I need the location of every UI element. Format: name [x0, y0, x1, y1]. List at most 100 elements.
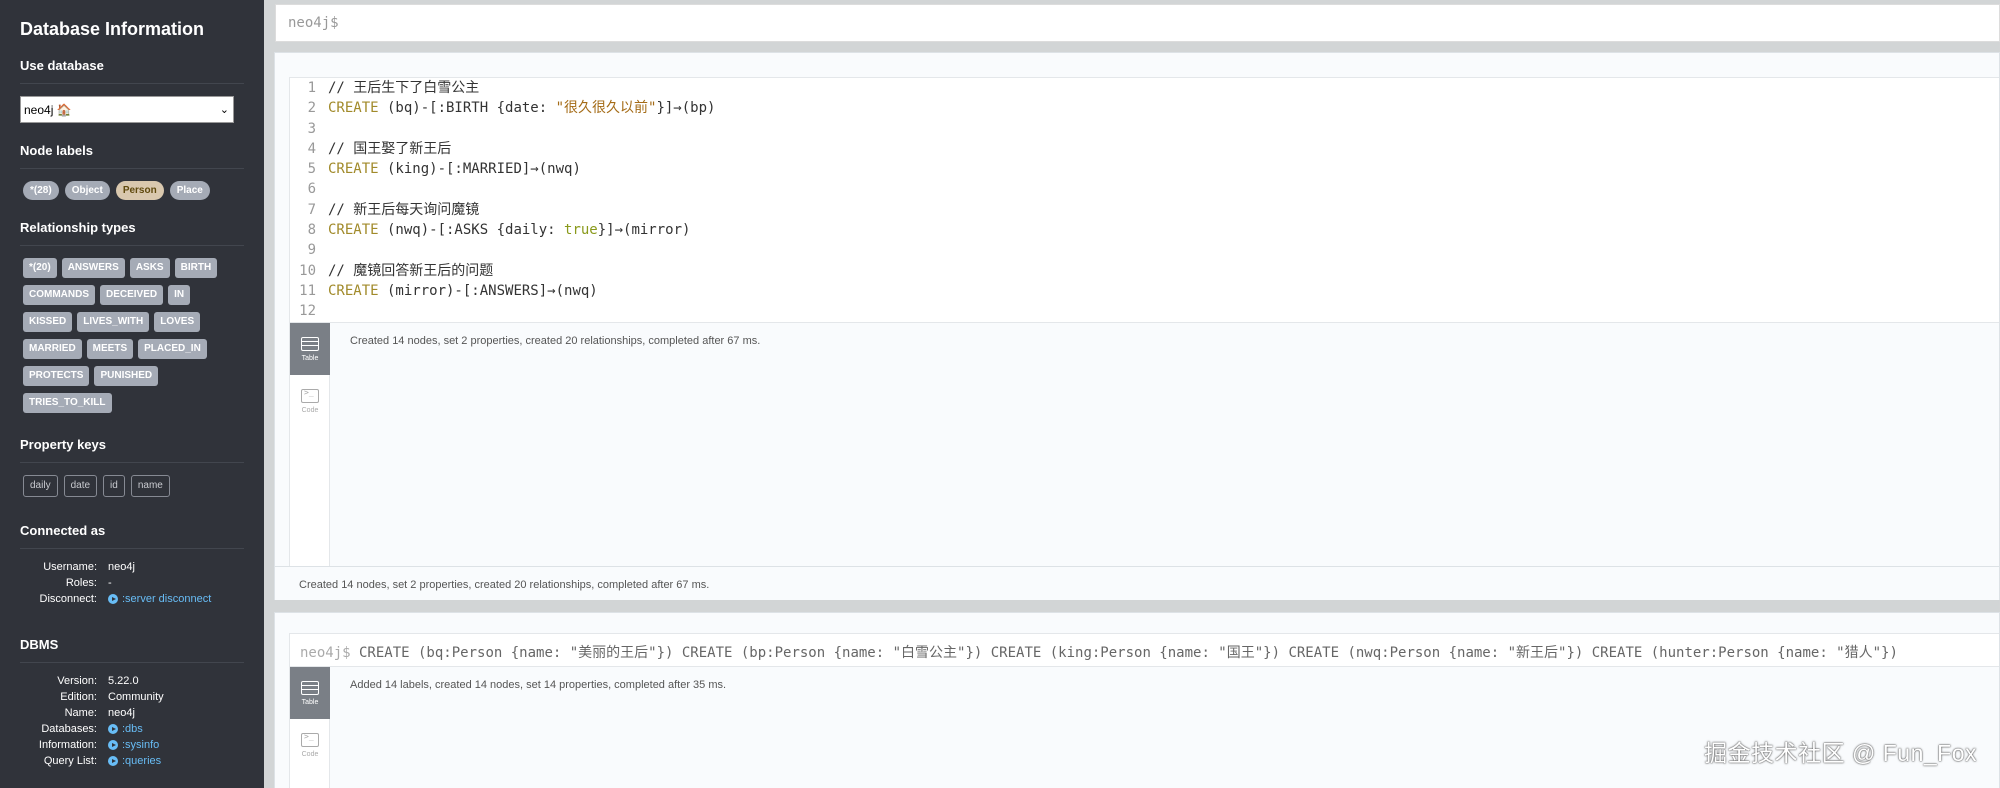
relationship-type-tag[interactable]: ASKS: [129, 258, 170, 278]
code-content: CREATE (nwq)-[:ASKS {daily: true}]→(mirr…: [320, 220, 690, 240]
version-value: 5.22.0: [108, 675, 139, 687]
code-token: // 国王娶了新王后: [328, 140, 452, 157]
query-list-label: Query List:: [43, 755, 97, 767]
frame-status-bar: Created 14 nodes, set 2 properties, crea…: [275, 566, 1999, 600]
relationship-type-tag[interactable]: TRIES_TO_KILL: [23, 393, 112, 413]
line-number: 7: [307, 201, 316, 218]
code-line: 7 // 新王后每天询问魔镜: [290, 200, 1999, 220]
table-icon: [301, 336, 319, 351]
property-key-tag[interactable]: date: [63, 475, 98, 497]
tab-code[interactable]: Code: [290, 375, 330, 427]
disconnect-link[interactable]: :server disconnect: [108, 593, 244, 605]
database-select-value: neo4j 🏠: [24, 102, 72, 117]
result-message: Created 14 nodes, set 2 properties, crea…: [350, 335, 761, 347]
relationship-type-tag[interactable]: LOVES: [154, 312, 201, 332]
connected-as-details: Username: neo4j Roles: - Disconnect: :se…: [20, 561, 244, 605]
frame-code-editor[interactable]: 1// 王后生下了白雪公主 2 CREATE (bq)-[:BIRTH {date:…: [289, 77, 1999, 323]
relationship-type-tag[interactable]: DECEIVED: [100, 285, 164, 305]
username-label: Username:: [43, 561, 97, 573]
code-token: }]→(mirror): [597, 222, 691, 239]
tab-code[interactable]: Code: [290, 719, 330, 771]
frame-command-line[interactable]: neo4j$ CREATE (bq:Person {name: "美丽的王后"}…: [289, 633, 1999, 667]
databases-link[interactable]: :dbs: [108, 723, 244, 735]
line-number: 12: [299, 303, 316, 320]
result-frame: 1// 王后生下了白雪公主 2 CREATE (bq)-[:BIRTH {date:…: [274, 52, 2000, 600]
edition-value: Community: [108, 691, 164, 703]
editor-prompt: neo4j$: [288, 15, 339, 31]
information-link-text: :sysinfo: [122, 739, 160, 751]
code-content: CREATE (mirror)-[:ANSWERS]→(nwq): [320, 281, 598, 301]
line-number: 3: [307, 120, 316, 137]
edition-label: Edition:: [60, 691, 97, 703]
cypher-editor-input[interactable]: neo4j$: [275, 4, 2000, 42]
code-token: // 新王后每天询问魔镜: [328, 201, 480, 218]
line-number: 9: [307, 242, 316, 259]
code-content: [320, 119, 328, 139]
play-icon: [108, 594, 118, 604]
roles-value: -: [108, 577, 112, 589]
name-label: Name:: [64, 707, 97, 719]
code-line: 6: [290, 179, 1999, 199]
code-token: (bq)-[:BIRTH {date:: [378, 100, 556, 117]
node-labels-list: *(28) Object Person Place: [23, 181, 244, 200]
code-line: 12: [290, 301, 1999, 321]
connected-as-heading: Connected as: [20, 523, 244, 549]
code-token: (mirror)-[:ANSWERS]→(nwq): [378, 282, 598, 299]
relationship-type-tag[interactable]: LIVES_WITH: [77, 312, 150, 332]
relationship-type-tag[interactable]: PUNISHED: [94, 366, 159, 386]
line-number: 4: [307, 140, 316, 157]
code-content: [320, 301, 328, 321]
database-select[interactable]: neo4j 🏠 ⌄: [20, 96, 234, 123]
code-token: CREATE: [328, 222, 379, 239]
tab-table[interactable]: Table: [290, 323, 330, 375]
relationship-type-tag[interactable]: COMMANDS: [23, 285, 95, 305]
code-content: [320, 179, 328, 199]
command-text: CREATE (bq:Person {name: "美丽的王后"}) CREAT…: [350, 645, 1898, 661]
relationship-types-list: *(20) ANSWERS ASKS BIRTH COMMANDS DECEIVED IN K…: [23, 258, 233, 413]
code-content: // 魔镜回答新王后的问题: [320, 261, 493, 281]
relationship-types-heading: Relationship types: [20, 220, 244, 246]
sidebar-title: Database Information: [20, 19, 205, 39]
databases-link-text: :dbs: [122, 723, 143, 735]
relationship-type-tag[interactable]: BIRTH: [174, 258, 218, 278]
name-value: neo4j: [108, 707, 135, 719]
node-label-pill[interactable]: Object: [64, 181, 110, 200]
relationship-type-tag[interactable]: PROTECTS: [23, 366, 90, 386]
code-line: 5 CREATE (king)-[:MARRIED]→(nwq): [290, 159, 1999, 179]
code-content: CREATE (king)-[:MARRIED]→(nwq): [320, 159, 581, 179]
property-keys-list: daily date id name: [23, 475, 244, 497]
information-label: Information:: [38, 739, 97, 751]
code-token: (nwq)-[:ASKS {daily:: [378, 222, 565, 239]
code-token: CREATE: [328, 161, 379, 178]
result-view-tabs: Table Code: [290, 323, 330, 569]
frame-result-area-2: Table Code Added 14 labels, created 14 n…: [289, 667, 1999, 788]
relationship-type-tag[interactable]: IN: [168, 285, 191, 305]
tab-table-label: Table: [301, 354, 319, 362]
tab-table[interactable]: Table: [290, 667, 330, 719]
line-number: 5: [307, 161, 316, 178]
code-line: 11 CREATE (mirror)-[:ANSWERS]→(nwq): [290, 281, 1999, 301]
relationship-type-tag[interactable]: PLACED_IN: [138, 339, 207, 359]
line-number: 1: [307, 80, 316, 96]
relationship-type-tag[interactable]: *(20): [23, 258, 57, 278]
relationship-type-tag[interactable]: ANSWERS: [61, 258, 125, 278]
property-key-tag[interactable]: name: [130, 475, 170, 497]
property-key-tag[interactable]: daily: [23, 475, 58, 497]
code-token: CREATE: [328, 100, 379, 117]
code-content: [320, 240, 328, 260]
node-label-pill[interactable]: Place: [169, 181, 210, 200]
relationship-type-tag[interactable]: MEETS: [86, 339, 134, 359]
code-icon: [301, 732, 319, 747]
property-key-tag[interactable]: id: [103, 475, 125, 497]
node-label-pill[interactable]: *(28): [23, 181, 59, 200]
code-token: CREATE: [328, 282, 379, 299]
line-number: 6: [307, 181, 316, 198]
query-list-link[interactable]: :queries: [108, 755, 244, 767]
node-label-pill[interactable]: Person: [115, 181, 164, 200]
frame-result-area: Table Code Created 14 nodes, set 2 prope…: [289, 323, 1999, 569]
relationship-type-tag[interactable]: MARRIED: [23, 339, 82, 359]
relationship-type-tag[interactable]: KISSED: [23, 312, 73, 332]
information-link[interactable]: :sysinfo: [108, 739, 244, 751]
code-content: // 国王娶了新王后: [320, 139, 451, 159]
disconnect-label: Disconnect:: [39, 593, 97, 605]
